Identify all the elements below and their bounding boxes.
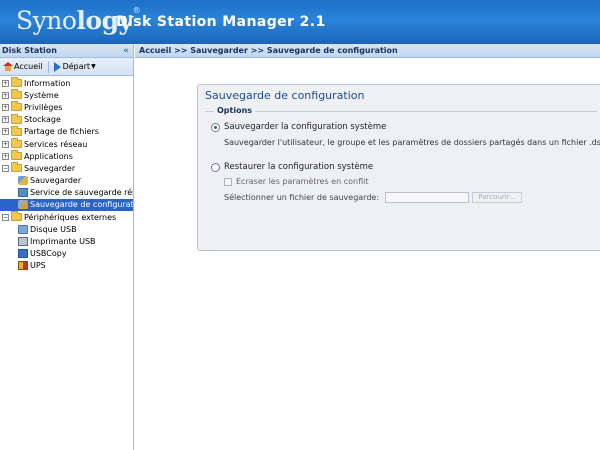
expand-icon[interactable]: +	[2, 79, 9, 87]
folder-icon	[11, 138, 22, 149]
backup-description: Sauvegarder l'utilisateur, le groupe et …	[224, 138, 600, 147]
tree-item-sauvegarder[interactable]: − Sauvegarder	[0, 162, 133, 174]
tree-item-usb-printer[interactable]: Imprimante USB	[0, 235, 133, 247]
browse-button[interactable]: Parcourir...	[472, 192, 523, 203]
tree-item-ups[interactable]: UPS	[0, 260, 133, 272]
tree-item-stockage[interactable]: + Stockage	[0, 113, 133, 126]
tree-item-systeme[interactable]: + Système	[0, 89, 133, 101]
start-button-label: Départ	[62, 62, 91, 71]
options-legend: Options	[214, 106, 256, 115]
expand-icon[interactable]: +	[2, 103, 9, 111]
left-toolbar: Accueil Départ ▼	[0, 58, 133, 76]
folder-icon	[11, 77, 22, 88]
tree-item-label: Service de sauvegarde rése	[30, 188, 133, 198]
backup-file-input[interactable]	[385, 192, 470, 203]
expand-icon[interactable]: +	[2, 91, 9, 99]
usb-disk-icon	[18, 224, 28, 234]
tree-item-label: Privilèges	[24, 102, 63, 112]
navigation-tree: + Information + Système + Privilèges + S…	[0, 76, 133, 272]
tree-item-label: Système	[24, 90, 59, 100]
breadcrumb: Accueil >> Sauvegarder >> Sauvegarde de …	[135, 44, 600, 58]
restore-option[interactable]: Restaurer la configuration système	[211, 162, 373, 172]
tree-item-applications[interactable]: + Applications	[0, 150, 133, 162]
tree-item-label: Services réseau	[24, 139, 88, 149]
toolbar-separator	[47, 60, 49, 73]
backup-option[interactable]: Sauvegarder la configuration système	[211, 122, 386, 132]
backup-file-row: Sélectionner un fichier de sauvegarde: P…	[224, 192, 523, 203]
home-button-label: Accueil	[14, 62, 43, 71]
app-title: Disk Station Manager 2.1	[116, 14, 326, 30]
left-panel: Disk Station « Accueil Départ ▼ + Inform…	[0, 44, 134, 450]
overwrite-option[interactable]: Ecraser les paramètres en conflit	[224, 177, 369, 186]
tree-item-services-reseau[interactable]: + Services réseau	[0, 138, 133, 150]
logo-text-light: Syno	[16, 6, 77, 35]
tree-item-label: Partage de fichiers	[24, 127, 99, 137]
file-label: Sélectionner un fichier de sauvegarde:	[224, 193, 380, 202]
tree-item-peripheriques-externes[interactable]: − Périphériques externes	[0, 211, 133, 223]
start-menu-button[interactable]: Départ ▼	[51, 61, 99, 72]
config-backup-panel: Sauvegarde de configuration Options Sauv…	[197, 84, 600, 251]
folder-open-icon	[11, 162, 22, 173]
tree-item-label: UPS	[30, 261, 46, 271]
ups-icon	[18, 261, 28, 271]
tree-item-label: Stockage	[24, 115, 61, 125]
tree-item-label: Imprimante USB	[30, 237, 96, 247]
backup-radio[interactable]	[211, 122, 220, 132]
tree-item-usbcopy[interactable]: USBCopy	[0, 248, 133, 260]
options-fieldset: Options Sauvegarder la configuration sys…	[205, 106, 600, 219]
tree-item-label: Information	[24, 78, 71, 88]
left-panel-title: Disk Station	[2, 46, 57, 55]
tree-item-privileges[interactable]: + Privilèges	[0, 101, 133, 113]
tree-item-information[interactable]: + Information	[0, 77, 133, 89]
collapse-icon[interactable]: −	[2, 213, 9, 221]
network-backup-icon	[18, 188, 28, 198]
tree-item-config-backup[interactable]: Sauvegarde de configuratio	[0, 198, 133, 212]
expand-icon[interactable]: +	[2, 128, 9, 136]
folder-icon	[11, 101, 22, 112]
tree-item-label: Périphériques externes	[24, 212, 117, 222]
tree-item-network-backup-service[interactable]: Service de sauvegarde rése	[0, 187, 133, 199]
expand-icon[interactable]: +	[2, 140, 9, 148]
tree-item-label: USBCopy	[30, 249, 67, 259]
restore-radio[interactable]	[211, 162, 220, 172]
expand-icon[interactable]: +	[2, 116, 9, 124]
chevron-down-icon: ▼	[91, 63, 96, 70]
home-button[interactable]: Accueil	[0, 62, 46, 71]
tree-item-label: Sauvegarde de configuratio	[30, 200, 133, 210]
folder-icon	[11, 113, 22, 124]
tree-item-label: Sauvegarder	[24, 163, 76, 173]
overwrite-label: Ecraser les paramètres en conflit	[236, 177, 369, 186]
start-icon	[53, 61, 61, 72]
config-backup-icon	[18, 200, 28, 210]
folder-icon	[11, 89, 22, 100]
usbcopy-icon	[18, 249, 28, 259]
tree-item-partage-de-fichiers[interactable]: + Partage de fichiers	[0, 125, 133, 138]
collapse-icon[interactable]: −	[2, 164, 9, 172]
tree-item-label: Applications	[24, 151, 73, 161]
home-icon	[3, 62, 13, 71]
collapse-panel-icon[interactable]: «	[123, 44, 129, 58]
folder-icon	[11, 150, 22, 161]
overwrite-checkbox[interactable]	[224, 177, 232, 186]
app-header: Synology® Disk Station Manager 2.1	[0, 0, 600, 44]
printer-icon	[18, 237, 28, 247]
tree-item-sauvegarder-backup[interactable]: Sauvegarder	[0, 175, 133, 187]
left-panel-header: Disk Station «	[0, 44, 133, 58]
content-area: Accueil >> Sauvegarder >> Sauvegarde de …	[135, 44, 600, 450]
folder-open-icon	[11, 211, 22, 222]
restore-option-label: Restaurer la configuration système	[224, 162, 374, 172]
backup-icon	[18, 176, 28, 186]
backup-option-label: Sauvegarder la configuration système	[224, 122, 387, 132]
expand-icon[interactable]: +	[2, 152, 9, 160]
tree-item-usb-disk[interactable]: Disque USB	[0, 223, 133, 235]
panel-title: Sauvegarde de configuration	[205, 89, 365, 102]
folder-icon	[11, 125, 22, 136]
tree-item-label: Sauvegarder	[30, 176, 82, 186]
tree-item-label: Disque USB	[30, 224, 77, 234]
